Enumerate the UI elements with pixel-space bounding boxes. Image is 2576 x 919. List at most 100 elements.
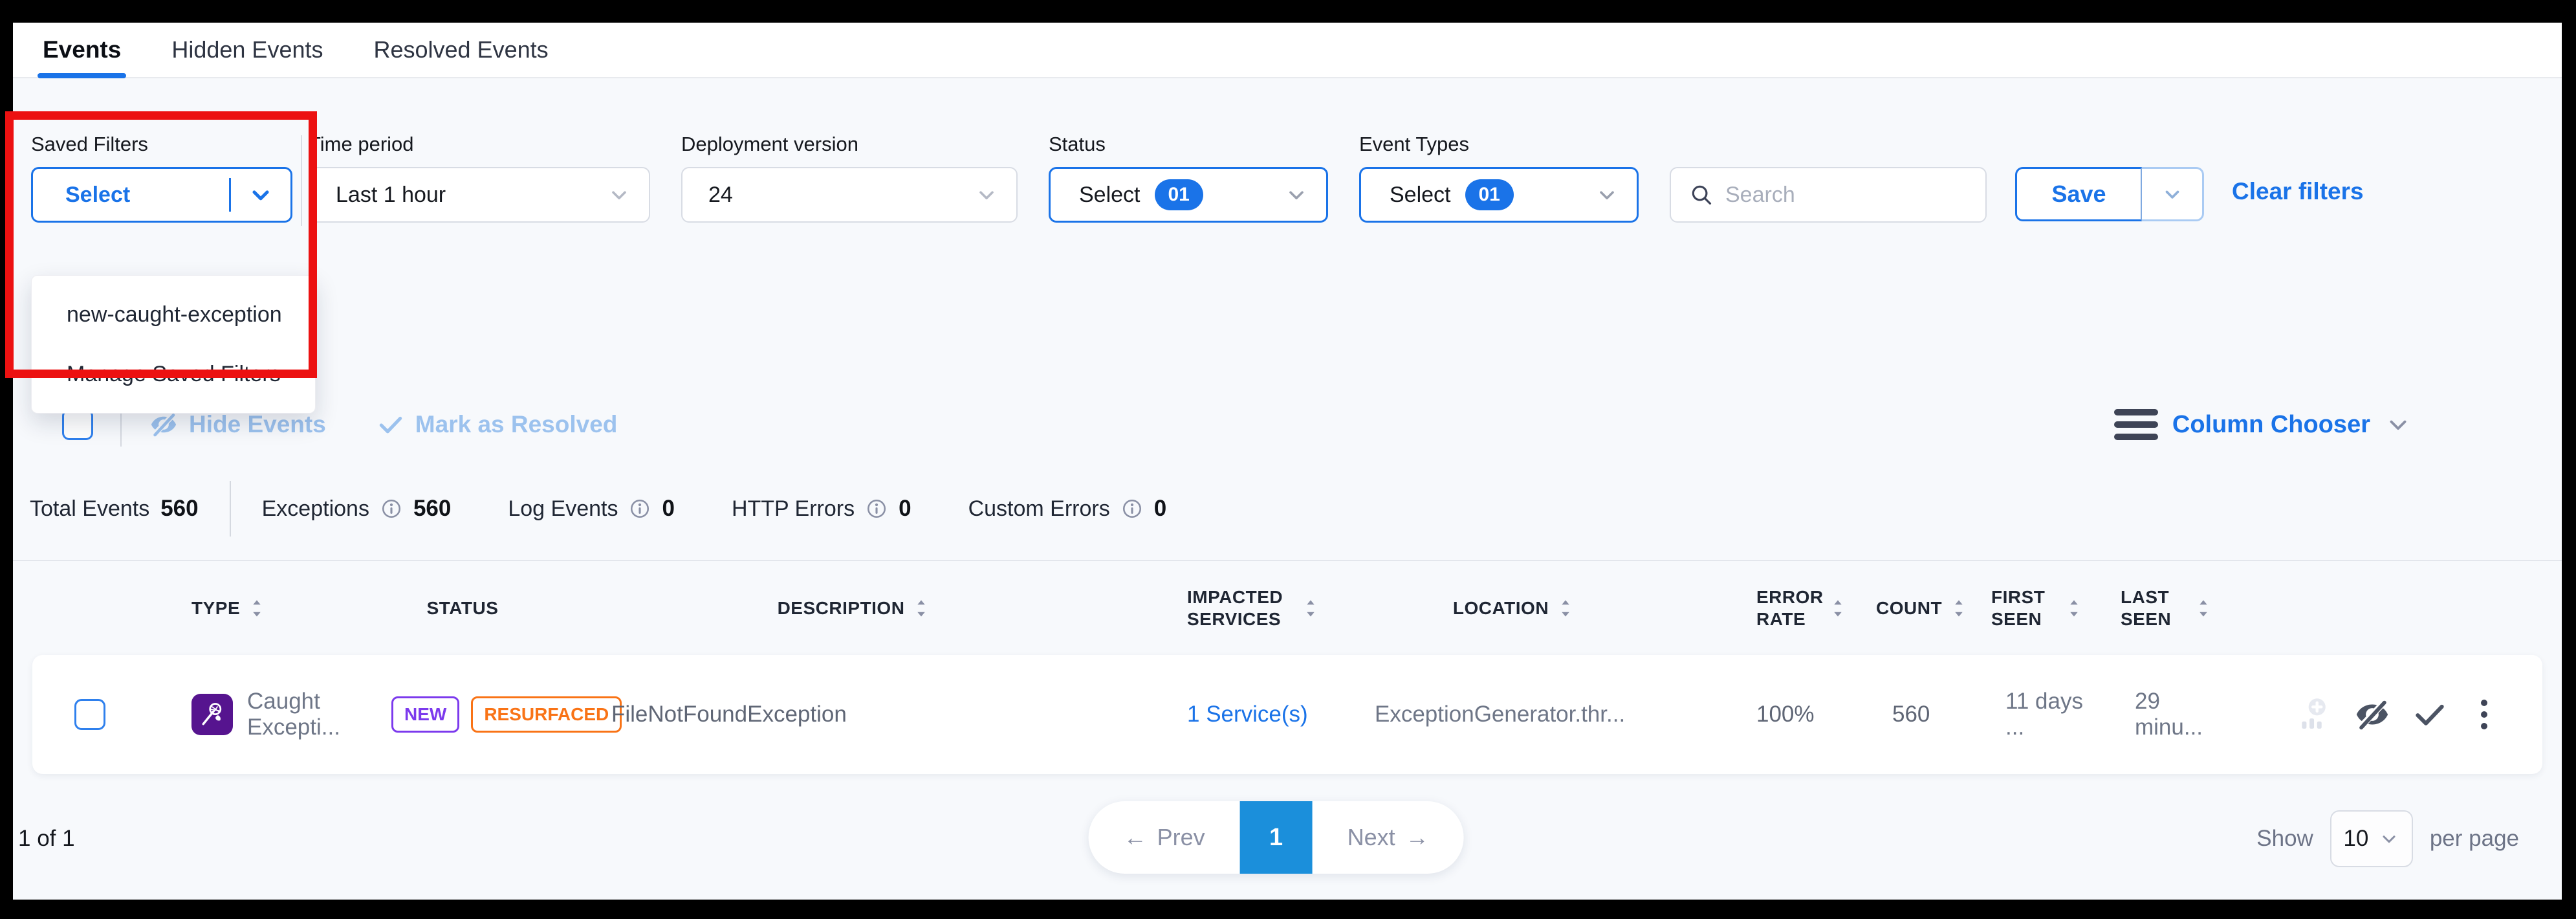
hamburger-icon — [2114, 409, 2158, 440]
column-label: TYPE — [191, 597, 240, 619]
page-size-select[interactable]: 10 — [2330, 810, 2413, 867]
next-label: Next — [1348, 824, 1395, 851]
row-cell-type: Caught Excepti... — [162, 689, 356, 740]
column-header-last-seen[interactable]: LAST SEEN — [2083, 586, 2212, 630]
stat-value: 560 — [413, 496, 451, 522]
row-cell-actions — [2212, 696, 2542, 733]
column-header-error-rate[interactable]: ERROR RATE — [1695, 586, 1837, 630]
status-group: Status Select 01 — [1049, 133, 1328, 223]
prev-label: Prev — [1157, 824, 1205, 851]
info-icon[interactable] — [380, 498, 402, 520]
bulk-actions-toolbar: Hide Events Mark as Resolved Column Choo… — [13, 404, 2562, 445]
resolve-event-icon[interactable] — [2412, 696, 2448, 733]
search-input[interactable] — [1725, 183, 1970, 208]
saved-filters-label: Saved Filters — [31, 133, 292, 156]
chevron-down-icon[interactable] — [607, 183, 631, 206]
status-select[interactable]: Select 01 — [1049, 167, 1328, 223]
page-size-value: 10 — [2343, 826, 2368, 852]
prev-page-button[interactable]: ← Prev — [1089, 801, 1240, 874]
hide-events-button[interactable]: Hide Events — [149, 410, 326, 439]
tab-hidden-events[interactable]: Hidden Events — [171, 23, 323, 77]
save-menu-button[interactable] — [2142, 167, 2204, 221]
info-icon[interactable] — [866, 498, 888, 520]
column-label: DESCRIPTION — [778, 597, 905, 619]
column-header-first-seen[interactable]: FIRST SEEN — [1954, 586, 2083, 630]
page-summary: 1 of 1 — [18, 826, 75, 852]
save-button[interactable]: Save — [2015, 167, 2142, 221]
stat-label: Log Events — [508, 496, 618, 522]
column-header-count[interactable]: COUNT — [1837, 597, 1954, 619]
sort-icon[interactable] — [2065, 598, 2083, 619]
tab-bar: Events Hidden Events Resolved Events — [13, 23, 2562, 78]
stat-custom-errors: Custom Errors 0 — [968, 496, 1167, 522]
time-period-value: Last 1 hour — [336, 183, 446, 208]
mark-resolved-label: Mark as Resolved — [415, 411, 618, 438]
sort-icon[interactable] — [248, 598, 266, 619]
hide-events-label: Hide Events — [189, 411, 326, 438]
column-label: ERROR RATE — [1756, 586, 1821, 630]
chevron-down-icon[interactable] — [975, 183, 998, 206]
deployment-version-value: 24 — [708, 183, 733, 208]
stat-value: 0 — [662, 496, 674, 522]
pagination-bar: 1 of 1 ← Prev 1 Next → Show 10 per page — [13, 801, 2562, 876]
column-header-type[interactable]: TYPE — [162, 597, 356, 619]
impacted-services-link[interactable]: 1 Service(s) — [1187, 702, 1308, 727]
event-type-label: Caught Excepti... — [247, 689, 356, 740]
manage-saved-filters-option[interactable]: Manage Saved Filters — [32, 344, 315, 404]
chevron-down-icon[interactable] — [1285, 183, 1308, 206]
row-cell-last-seen: 29 minu... — [2083, 689, 2212, 740]
chevron-down-icon — [2385, 411, 2412, 438]
deployment-version-select[interactable]: 24 — [681, 167, 1018, 223]
column-header-status[interactable]: STATUS — [356, 597, 569, 619]
column-chooser-button[interactable]: Column Chooser — [2114, 409, 2412, 440]
sort-icon[interactable] — [1556, 598, 1575, 619]
per-page-label: per page — [2430, 826, 2519, 852]
stat-value: 0 — [899, 496, 911, 522]
column-label: COUNT — [1876, 597, 1942, 619]
clear-filters-link[interactable]: Clear filters — [2232, 178, 2364, 205]
column-label: LAST SEEN — [2121, 586, 2187, 630]
tab-events[interactable]: Events — [43, 23, 121, 77]
saved-filters-select[interactable]: Select — [31, 167, 292, 223]
status-badge-new: NEW — [391, 696, 459, 733]
deployment-version-label: Deployment version — [681, 133, 1018, 156]
kebab-menu-icon[interactable] — [2469, 696, 2500, 733]
save-split-button: Save — [2015, 167, 2204, 221]
caught-exception-icon — [191, 694, 233, 735]
sort-icon[interactable] — [2194, 598, 2212, 619]
sort-icon[interactable] — [1302, 598, 1320, 619]
row-cell-description: FileNotFoundException — [569, 702, 1139, 727]
time-period-select[interactable]: Last 1 hour — [309, 167, 650, 223]
current-page-button[interactable]: 1 — [1240, 801, 1313, 874]
sort-icon[interactable] — [912, 598, 930, 619]
row-checkbox[interactable] — [74, 699, 105, 730]
info-icon[interactable] — [1121, 498, 1143, 520]
search-field[interactable] — [1670, 167, 1987, 223]
column-header-impacted-services[interactable]: IMPACTED SERVICES — [1139, 586, 1333, 630]
row-cell-first-seen: 11 days ... — [1954, 689, 2083, 740]
chevron-down-icon[interactable] — [1595, 183, 1619, 206]
mark-resolved-button[interactable]: Mark as Resolved — [377, 410, 618, 439]
select-all-checkbox[interactable] — [62, 409, 93, 440]
chevron-down-icon[interactable] — [248, 182, 274, 208]
row-cell-checkbox — [32, 699, 162, 730]
search-group — [1670, 167, 1987, 223]
table-row[interactable]: Caught Excepti... NEW RESURFACED FileNot… — [32, 655, 2542, 774]
filter-group-divider — [301, 135, 302, 226]
column-header-description[interactable]: DESCRIPTION — [569, 597, 1139, 619]
row-cell-impacted-services: 1 Service(s) — [1139, 702, 1333, 727]
info-icon[interactable] — [629, 498, 651, 520]
event-stats-row: Total Events 560 Exceptions 560 Log Even… — [13, 481, 2562, 537]
tab-resolved-events[interactable]: Resolved Events — [373, 23, 548, 77]
event-types-select[interactable]: Select 01 — [1359, 167, 1639, 223]
stat-http-errors: HTTP Errors 0 — [732, 496, 911, 522]
divider — [230, 481, 231, 537]
column-header-location[interactable]: LOCATION — [1333, 597, 1695, 619]
check-icon — [377, 410, 405, 439]
next-page-button[interactable]: Next → — [1313, 801, 1464, 874]
hide-event-icon[interactable] — [2353, 696, 2391, 733]
saved-filters-dropdown: new-caught-exception Manage Saved Filter… — [31, 275, 316, 414]
saved-filter-option[interactable]: new-caught-exception — [32, 285, 315, 344]
chevron-down-icon — [2379, 828, 2399, 849]
event-types-group: Event Types Select 01 — [1359, 133, 1639, 223]
